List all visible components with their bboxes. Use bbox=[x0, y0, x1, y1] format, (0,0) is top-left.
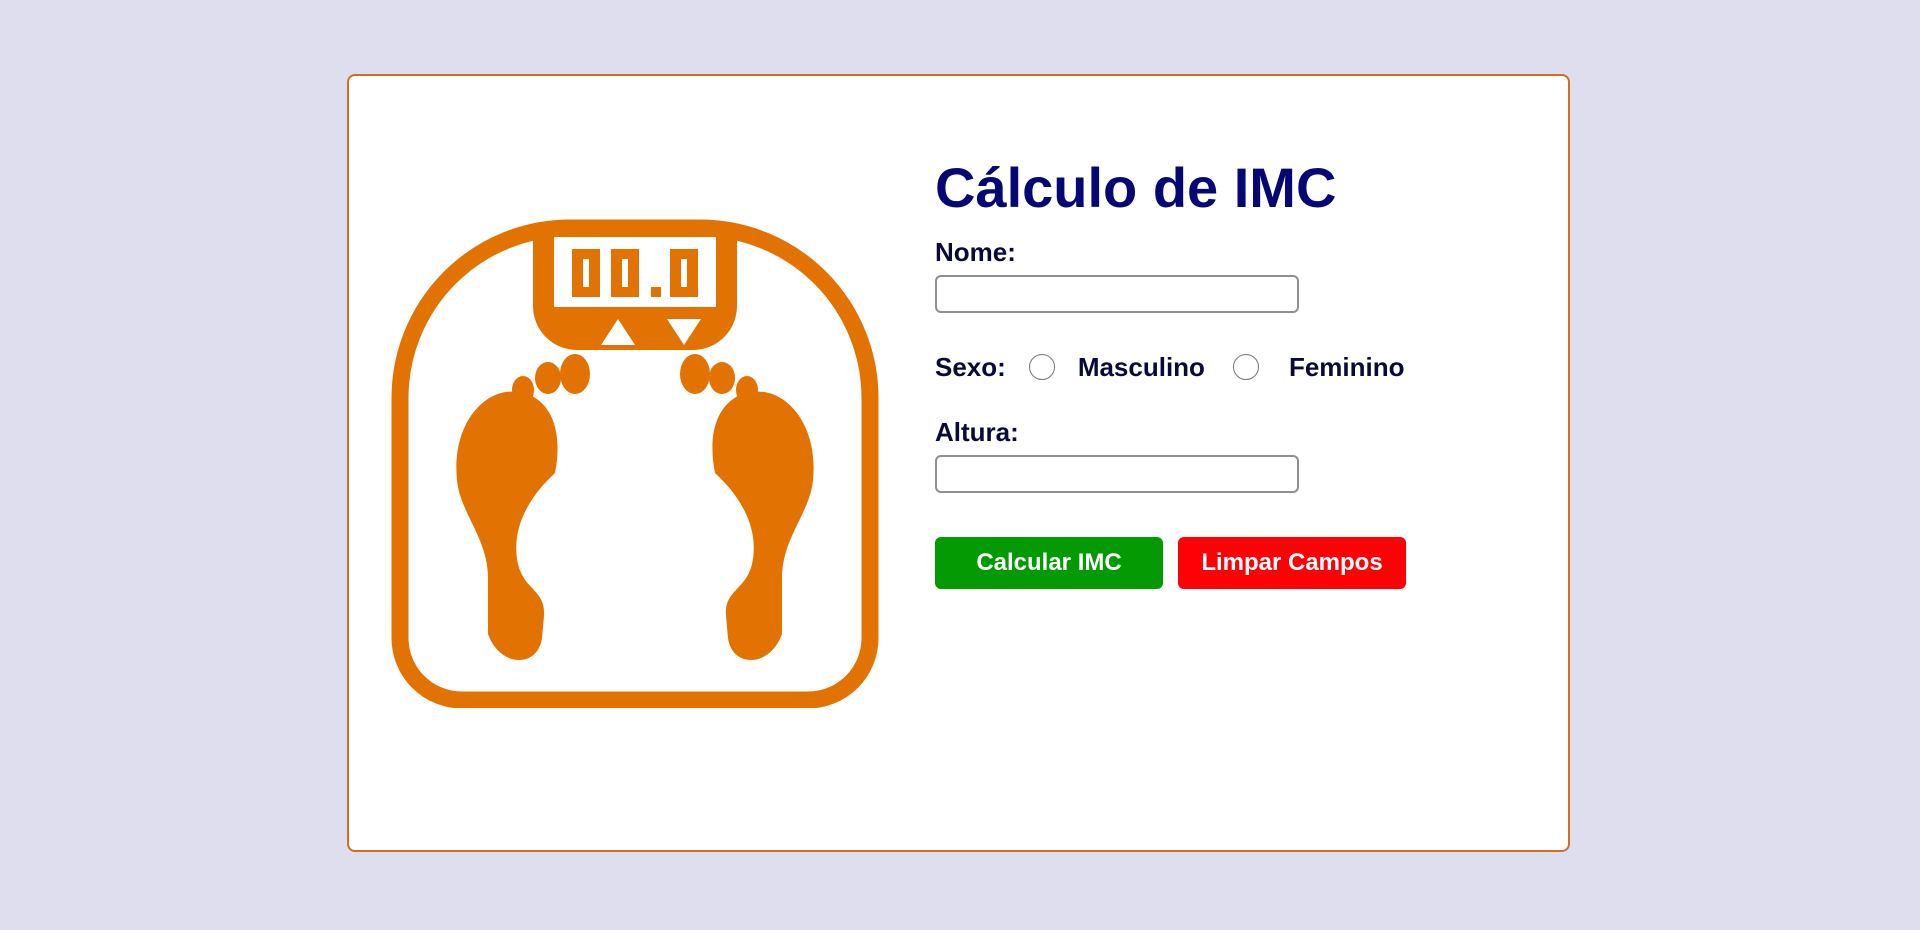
altura-input[interactable] bbox=[935, 455, 1299, 493]
nome-label: Nome: bbox=[935, 237, 1016, 267]
limpar-campos-button[interactable]: Limpar Campos bbox=[1178, 537, 1406, 589]
imc-form: Cálculo de IMC Nome: Sexo: Masculino Fem… bbox=[935, 155, 1495, 589]
right-footprint bbox=[680, 354, 814, 661]
nome-input[interactable] bbox=[935, 275, 1299, 313]
masculino-radio[interactable] bbox=[1028, 354, 1055, 380]
sexo-label: Sexo: bbox=[935, 352, 1006, 382]
feminino-label[interactable]: Feminino bbox=[1289, 352, 1405, 383]
altura-label: Altura: bbox=[935, 417, 1019, 447]
scale-illustration bbox=[390, 218, 880, 708]
page-title: Cálculo de IMC bbox=[935, 156, 1337, 219]
left-footprint bbox=[456, 354, 590, 661]
bathroom-scale-icon bbox=[391, 219, 879, 708]
scale-display bbox=[572, 249, 698, 297]
masculino-label[interactable]: Masculino bbox=[1078, 352, 1205, 383]
feminino-radio[interactable] bbox=[1232, 354, 1259, 380]
calcular-imc-button[interactable]: Calcular IMC bbox=[935, 537, 1163, 589]
sexo-group: Sexo: Masculino Feminino bbox=[935, 349, 1495, 385]
form-buttons: Calcular IMC Limpar Campos bbox=[935, 537, 1495, 589]
